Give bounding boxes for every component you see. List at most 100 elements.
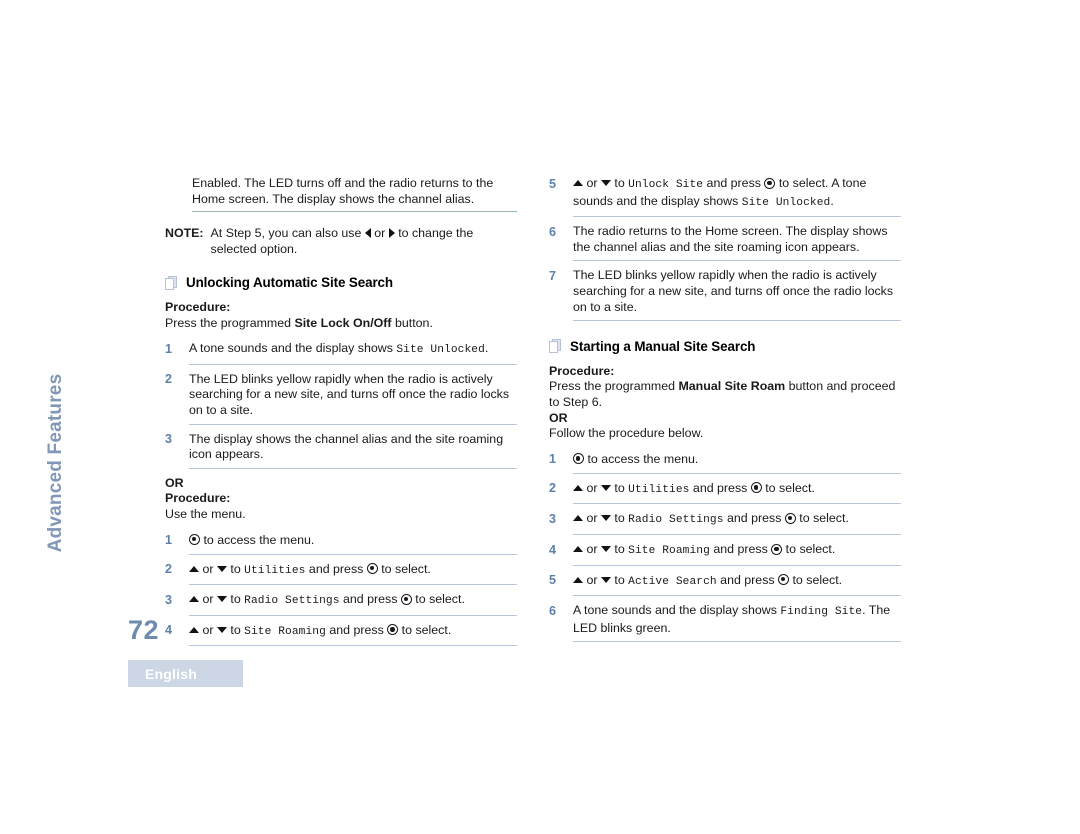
- step-number: 3: [165, 432, 173, 447]
- right-column: 5 or to Unlock Site and press to select.…: [549, 176, 901, 649]
- step-item: 1 A tone sounds and the display shows Si…: [165, 341, 517, 359]
- or-word: or: [586, 572, 598, 587]
- step-item: 6 The radio returns to the Home screen. …: [549, 224, 901, 255]
- step-item: 2 or to Utilities and press to select.: [549, 481, 901, 499]
- step-number: 7: [549, 268, 557, 283]
- step-text: The LED blinks yellow rapidly when the r…: [189, 371, 510, 417]
- step-text-mid: and press: [325, 622, 388, 637]
- menu-ok-button-icon: [771, 543, 783, 555]
- step-text-tail: to select.: [377, 561, 431, 576]
- step-text: The LED blinks yellow rapidly when the r…: [573, 268, 894, 314]
- procedure-label: Procedure:: [165, 299, 231, 314]
- step-text-after-arrows: to: [226, 622, 245, 637]
- step-separator: [189, 584, 517, 586]
- step-text-after-arrows: to: [226, 561, 245, 576]
- step-text: or to Site Roaming and press to select.: [573, 542, 901, 560]
- step-text: to access the menu.: [573, 452, 901, 468]
- step-text-mid: and press: [716, 572, 779, 587]
- display-string: Finding Site: [780, 606, 863, 619]
- menu-ok-button-icon: [750, 482, 762, 494]
- step-item: 5 or to Unlock Site and press to select.…: [549, 176, 901, 211]
- step-text-after-arrows: to: [610, 176, 629, 190]
- step-separator: [573, 564, 901, 566]
- step-number: 4: [549, 542, 557, 557]
- or-word: or: [202, 561, 214, 576]
- procedure-button-name: Site Lock On/Off: [294, 315, 392, 330]
- triangle-up-icon: [189, 626, 199, 633]
- step-item: 6 A tone sounds and the display shows Fi…: [549, 603, 901, 636]
- procedure-label: Procedure:: [549, 363, 615, 378]
- menu-ok-button-icon: [573, 453, 584, 465]
- note-label: NOTE:: [165, 226, 204, 241]
- language-tab-label: English: [145, 665, 197, 682]
- step-text-suffix: .: [484, 341, 489, 356]
- step-item: 2 The LED blinks yellow rapidly when the…: [165, 372, 517, 419]
- step-number: 1: [549, 452, 557, 467]
- step-number: 1: [165, 533, 173, 547]
- or-word: or: [586, 511, 598, 526]
- continuation-paragraph: Enabled. The LED turns off and the radio…: [192, 176, 494, 206]
- step-text: The display shows the channel alias and …: [189, 431, 504, 462]
- note-text-before: At Step 5, you can also use: [210, 226, 365, 241]
- step-number: 3: [549, 511, 557, 526]
- stacked-pages-icon: [165, 275, 178, 291]
- step-separator: [573, 534, 901, 535]
- steps-list-button-procedure: 1 A tone sounds and the display shows Si…: [165, 341, 517, 469]
- step-text: or to Site Roaming and press to select.: [189, 623, 517, 641]
- menu-item-name: Utilities: [244, 564, 306, 577]
- triangle-up-icon: [189, 596, 199, 603]
- or-label: OR: [549, 410, 568, 425]
- menu-ok-button-icon: [387, 624, 399, 636]
- step-separator: [189, 363, 517, 365]
- triangle-up-icon: [573, 576, 583, 583]
- step-text-mid: and press: [709, 542, 772, 556]
- step-text-tail: to access the menu.: [200, 532, 315, 547]
- step-text-tail: to select.: [411, 592, 465, 607]
- step-separator: [573, 503, 901, 505]
- triangle-down-icon: [600, 515, 611, 522]
- step-text-after-arrows: to: [610, 572, 629, 587]
- step-number: 5: [549, 573, 557, 588]
- steps-list-continued: 5 or to Unlock Site and press to select.…: [549, 176, 901, 322]
- step-text: or to Unlock Site and press to select. A…: [573, 176, 901, 211]
- continuation-rule: [192, 211, 517, 213]
- step-number: 6: [549, 603, 557, 618]
- step-separator: [189, 553, 517, 555]
- step-number: 4: [165, 623, 173, 638]
- step-number: 6: [549, 224, 557, 239]
- menu-ok-button-icon: [784, 512, 796, 524]
- step-text: A tone sounds and the display shows Site…: [189, 341, 517, 359]
- menu-ok-button-icon: [778, 574, 790, 586]
- step-separator: [573, 320, 901, 322]
- step-text-tail: to select.: [398, 622, 452, 637]
- step-text-tail: to select.: [795, 511, 849, 526]
- step-item: 3 or to Radio Settings and press to sele…: [549, 511, 901, 529]
- step-item: 7 The LED blinks yellow rapidly when the…: [549, 268, 901, 315]
- menu-ok-button-icon: [189, 534, 200, 545]
- or-word: or: [202, 592, 214, 607]
- note-text-between: or: [370, 226, 389, 241]
- step-text-tail: to select.: [761, 480, 815, 495]
- step-text: or to Radio Settings and press to select…: [573, 511, 901, 529]
- note-body: At Step 5, you can also use or to change…: [211, 226, 517, 257]
- menu-ok-button-icon: [400, 593, 412, 605]
- step-text-after-arrows: to: [610, 542, 629, 556]
- step-text-tail: to select.: [782, 542, 836, 556]
- menu-item-name: Unlock Site: [628, 179, 704, 191]
- step-item: 1 to access the menu.: [165, 533, 517, 549]
- page-number: 72: [128, 615, 160, 645]
- step-separator: [189, 645, 517, 647]
- or-word: or: [586, 542, 598, 556]
- triangle-down-icon: [216, 565, 227, 572]
- step-separator: [573, 472, 901, 474]
- or-word: or: [586, 480, 598, 495]
- menu-ok-button-icon: [764, 177, 776, 189]
- step-separator: [573, 216, 901, 218]
- step-text-tail: to select.: [789, 572, 843, 587]
- step-number: 2: [165, 562, 173, 577]
- procedure-text-2: Use the menu.: [165, 506, 246, 521]
- language-tab: English: [128, 660, 243, 687]
- step-text-mid: and press: [689, 480, 751, 495]
- step-text-tail: to access the menu.: [584, 451, 699, 466]
- step-separator: [573, 595, 901, 597]
